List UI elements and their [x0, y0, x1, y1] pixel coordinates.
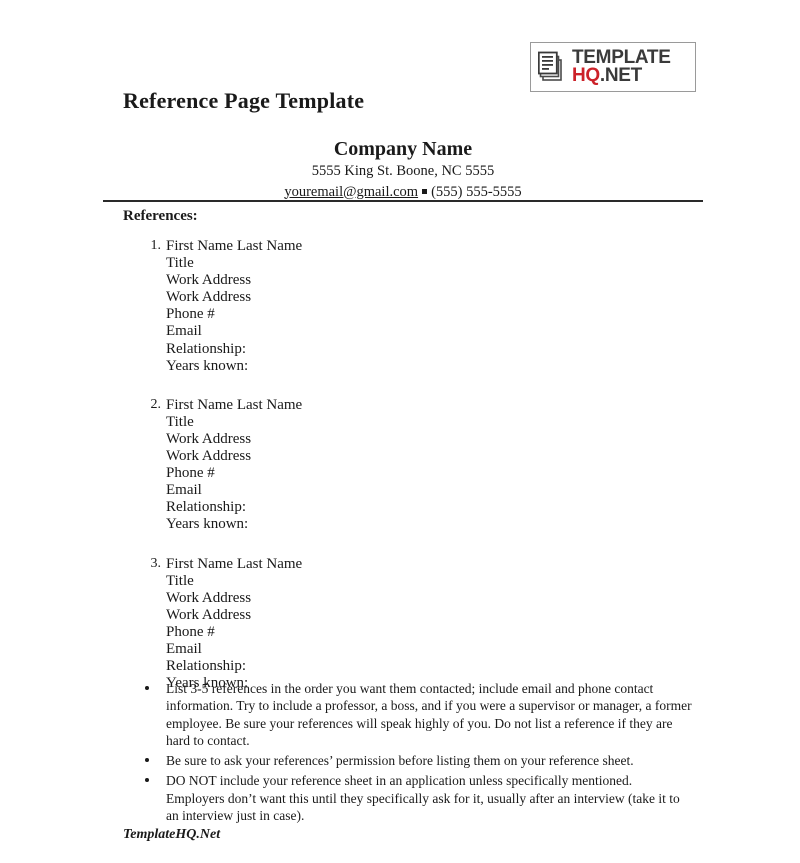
reference-phone: Phone # — [166, 306, 215, 323]
reference-relationship: Relationship: — [166, 658, 246, 675]
reference-phone: Phone # — [166, 465, 215, 482]
reference-fields: First Name Last Name Title Work Address … — [166, 238, 683, 375]
reference-years-known: Years known: — [166, 516, 249, 533]
logo-wordmark: TEMPLATE HQ.NET — [572, 48, 671, 86]
company-header: Company Name 5555 King St. Boone, NC 555… — [103, 137, 703, 202]
bullet-icon — [145, 686, 149, 690]
reference-fields: First Name Last Name Title Work Address … — [166, 397, 683, 534]
reference-title: Title — [166, 255, 194, 272]
list-item: List 3-5 references in the order you wan… — [123, 680, 693, 749]
phone-number: (555) 555-5555 — [431, 183, 522, 200]
logo-text-hq: HQ — [572, 65, 600, 86]
list-item: Be sure to ask your references’ permissi… — [123, 752, 693, 769]
reference-address-1: Work Address — [166, 272, 252, 289]
reference-number: 1. — [150, 238, 162, 253]
reference-years-known: Years known: — [166, 357, 249, 374]
company-address: 5555 King St. Boone, NC 5555 — [311, 163, 495, 179]
horizontal-divider — [103, 200, 703, 202]
document-page: TEMPLATE HQ.NET Reference Page Template … — [0, 0, 800, 863]
reference-name: First Name Last Name — [166, 396, 303, 413]
references-heading: References: — [123, 208, 198, 224]
bullet-icon — [145, 758, 149, 763]
reference-relationship: Relationship: — [166, 499, 246, 516]
logo-text-net: .NET — [599, 65, 642, 86]
reference-name: First Name Last Name — [166, 238, 303, 254]
bullet-icon — [145, 778, 149, 783]
list-item: 2. First Name Last Name Title Work Addre… — [123, 397, 683, 534]
email-link[interactable]: youremail@gmail.com — [284, 184, 418, 200]
list-item: 3. First Name Last Name Title Work Addre… — [123, 556, 683, 693]
reference-address-2: Work Address — [166, 448, 252, 465]
reference-address-2: Work Address — [166, 289, 252, 306]
footer-brand: TemplateHQ.Net — [123, 827, 221, 842]
tip-text: Be sure to ask your references’ permissi… — [166, 753, 634, 769]
reference-number: 3. — [150, 555, 162, 571]
reference-address-1: Work Address — [166, 430, 252, 447]
reference-name: First Name Last Name — [166, 555, 303, 572]
reference-number: 2. — [150, 396, 162, 412]
reference-email: Email — [166, 640, 202, 657]
references-list: 1. First Name Last Name Title Work Addre… — [123, 238, 683, 714]
tips-list: List 3-5 references in the order you wan… — [123, 680, 693, 827]
page-title: Reference Page Template — [123, 88, 365, 113]
reference-phone: Phone # — [166, 623, 215, 640]
documents-icon — [537, 51, 568, 83]
reference-title: Title — [166, 413, 194, 430]
list-item: 1. First Name Last Name Title Work Addre… — [123, 238, 683, 375]
reference-email: Email — [166, 323, 202, 340]
list-item: DO NOT include your reference sheet in a… — [123, 772, 693, 824]
reference-fields: First Name Last Name Title Work Address … — [166, 556, 683, 693]
reference-email: Email — [166, 482, 202, 499]
tip-text: DO NOT include your reference sheet in a… — [166, 773, 680, 823]
tip-text: List 3-5 references in the order you wan… — [166, 681, 692, 748]
templatehq-logo: TEMPLATE HQ.NET — [530, 42, 696, 92]
reference-title: Title — [166, 572, 194, 589]
reference-relationship: Relationship: — [166, 340, 246, 357]
company-name: Company Name — [333, 138, 473, 160]
reference-address-2: Work Address — [166, 606, 252, 623]
logo-text-hqnet: HQ.NET — [572, 65, 671, 86]
reference-address-1: Work Address — [166, 589, 252, 606]
square-separator-icon — [422, 188, 428, 194]
